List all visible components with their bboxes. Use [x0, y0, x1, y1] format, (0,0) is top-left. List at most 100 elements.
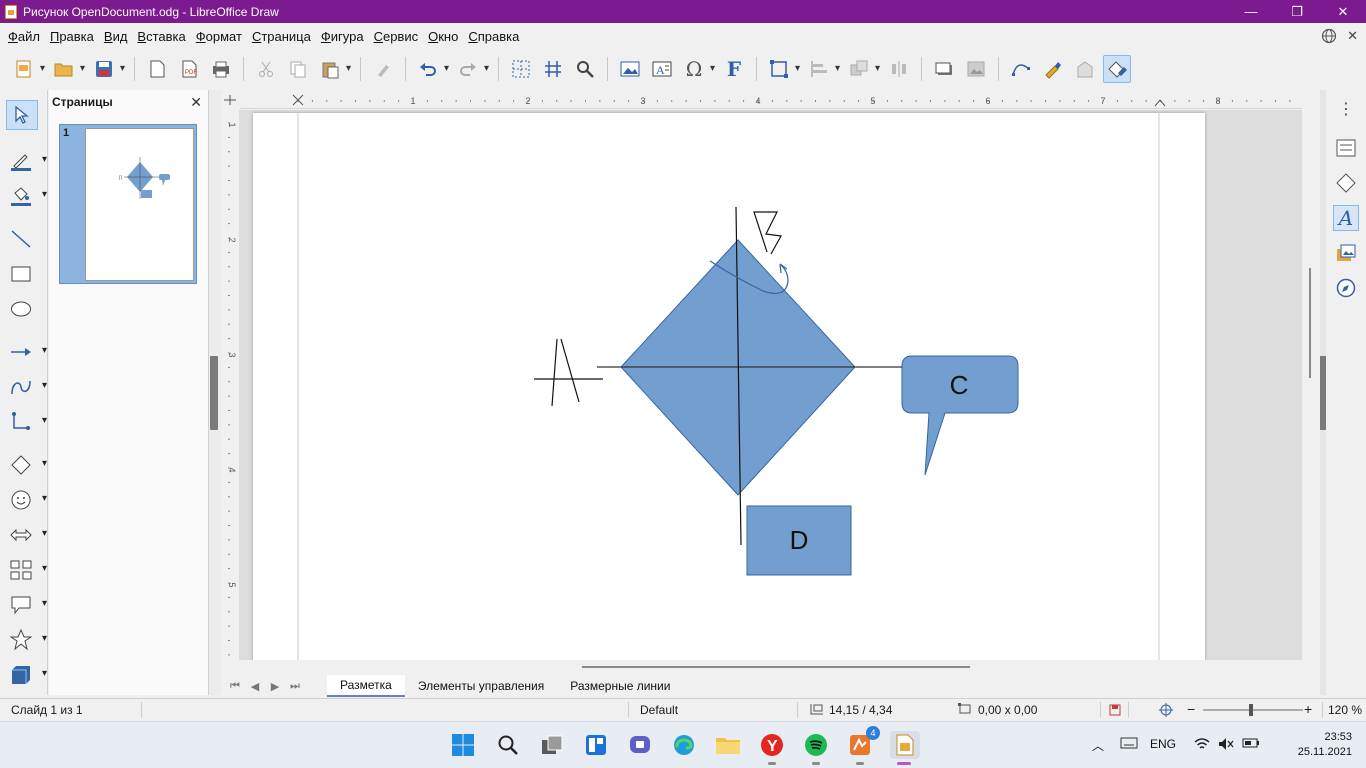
globe-icon[interactable] [1321, 28, 1337, 44]
copy-icon[interactable] [284, 55, 312, 83]
vertical-scrollbar[interactable] [1302, 90, 1320, 695]
select-tool-icon[interactable] [6, 100, 38, 130]
keyboard-icon[interactable] [1120, 737, 1138, 752]
handwritten-b[interactable] [753, 211, 782, 255]
next-tab-button[interactable]: ▶ [265, 680, 285, 693]
align-objects-icon[interactable] [805, 55, 840, 83]
clock[interactable]: 23:53 25.11.2021 [1298, 730, 1352, 760]
export-icon[interactable] [143, 55, 171, 83]
helplines-icon[interactable] [539, 55, 567, 83]
navigator-icon[interactable] [1333, 275, 1359, 301]
paste-icon[interactable] [316, 55, 351, 83]
styles-icon[interactable]: A [1333, 205, 1359, 231]
points-icon[interactable] [1007, 55, 1035, 83]
input-language[interactable]: ENG [1150, 737, 1176, 751]
glue-points-icon[interactable] [1039, 55, 1067, 83]
widgets-icon[interactable] [582, 731, 610, 759]
zoom-level[interactable]: 120 % [1328, 703, 1362, 717]
line-tool-icon[interactable] [6, 224, 40, 254]
curves-icon[interactable]: ▾ [6, 372, 47, 402]
close-document-icon[interactable]: ✕ [1347, 28, 1358, 44]
menu-window[interactable]: Окно [423, 29, 463, 44]
tab-dimension-lines[interactable]: Размерные линии [557, 675, 683, 697]
ellipse-tool-icon[interactable] [6, 294, 40, 324]
sidebar-menu-icon[interactable]: ⋮ [1333, 96, 1359, 122]
zoom-pan-icon[interactable] [571, 55, 599, 83]
handwritten-a[interactable] [534, 338, 603, 407]
basic-shapes-icon[interactable]: ▾ [6, 450, 47, 480]
start-icon[interactable] [449, 731, 477, 759]
master-slide-name[interactable]: Default [640, 703, 678, 717]
menu-edit[interactable]: Правка [45, 29, 99, 44]
close-panel-icon[interactable]: ✕ [190, 94, 202, 111]
orange-app-icon[interactable]: 4 [846, 726, 880, 765]
connectors-icon[interactable]: ▾ [6, 407, 47, 437]
insert-image-icon[interactable] [616, 55, 644, 83]
yandex-browser-icon[interactable]: Y [758, 731, 786, 765]
tab-controls[interactable]: Элементы управления [405, 675, 557, 697]
cut-icon[interactable] [252, 55, 280, 83]
fit-page-icon[interactable] [1158, 703, 1174, 720]
zoom-slider[interactable] [1203, 703, 1303, 720]
distribute-icon[interactable] [885, 55, 913, 83]
block-arrows-icon[interactable]: ▾ [6, 520, 47, 550]
arrange-icon[interactable] [845, 55, 880, 83]
menu-page[interactable]: Страница [247, 29, 316, 44]
save-icon[interactable] [90, 55, 125, 83]
show-hidden-icons-icon[interactable]: ︿ [1092, 737, 1104, 754]
show-draw-functions-icon[interactable] [1103, 55, 1131, 83]
vertical-ruler[interactable]: 1 2 3 4 5 [221, 110, 238, 670]
lines-arrows-icon[interactable]: ▾ [6, 337, 47, 367]
maximize-button[interactable]: ❐ [1274, 0, 1320, 23]
edge-browser-icon[interactable] [670, 731, 698, 759]
document-modified-icon[interactable] [1108, 703, 1122, 720]
shapes-icon[interactable] [1333, 170, 1359, 196]
redo-icon[interactable] [454, 55, 489, 83]
zoom-in-button[interactable]: + [1304, 702, 1312, 716]
insert-textbox-icon[interactable]: A [648, 55, 676, 83]
shadow-icon[interactable] [930, 55, 958, 83]
panel-splitter[interactable] [209, 90, 221, 695]
fill-color-icon[interactable]: ▾ [6, 181, 47, 211]
ruler-origin[interactable] [221, 92, 239, 109]
grid-icon[interactable] [507, 55, 535, 83]
battery-icon[interactable] [1242, 737, 1260, 752]
close-window-button[interactable]: ✕ [1320, 0, 1366, 23]
spotify-icon[interactable] [802, 731, 830, 765]
minimize-button[interactable]: — [1228, 0, 1274, 23]
undo-icon[interactable] [414, 55, 449, 83]
drawing-canvas[interactable]: C D [239, 110, 1302, 660]
clone-formatting-icon[interactable] [369, 55, 397, 83]
flowchart-icon[interactable]: ▾ [6, 555, 47, 585]
drawing-page[interactable]: C D [253, 113, 1205, 660]
wifi-icon[interactable] [1194, 737, 1210, 754]
teams-chat-icon[interactable] [626, 731, 654, 759]
symbol-shapes-icon[interactable]: ▾ [6, 485, 47, 515]
new-document-icon[interactable] [10, 55, 45, 83]
open-folder-icon[interactable] [50, 55, 85, 83]
page-thumbnail[interactable]: 1 [59, 124, 197, 284]
menu-view[interactable]: Вид [99, 29, 133, 44]
task-view-icon[interactable] [538, 731, 566, 759]
callout-shapes-icon[interactable]: ▾ [6, 590, 47, 620]
3d-objects-icon[interactable]: ▾ [6, 660, 47, 690]
properties-icon[interactable] [1333, 135, 1359, 161]
fontwork-icon[interactable]: F [720, 55, 748, 83]
search-icon[interactable] [494, 731, 522, 759]
previous-tab-button[interactable]: ◀ [245, 680, 265, 693]
special-character-icon[interactable]: Ω [680, 55, 715, 83]
menu-file[interactable]: Файл [3, 29, 45, 44]
horizontal-scrollbar[interactable] [239, 660, 1302, 674]
menu-help[interactable]: Справка [463, 29, 524, 44]
tab-layout[interactable]: Разметка [327, 675, 405, 697]
menu-format[interactable]: Формат [191, 29, 247, 44]
menu-tools[interactable]: Сервис [369, 29, 424, 44]
menu-insert[interactable]: Вставка [132, 29, 190, 44]
libreoffice-draw-task-icon[interactable] [890, 731, 920, 765]
zoom-out-button[interactable]: − [1187, 702, 1195, 716]
transformations-icon[interactable] [765, 55, 800, 83]
first-tab-button[interactable]: ⏮ [225, 680, 245, 693]
stars-icon[interactable]: ▾ [6, 625, 47, 655]
menu-shape[interactable]: Фигура [316, 29, 369, 44]
extrusion-toggle-icon[interactable] [1071, 55, 1099, 83]
